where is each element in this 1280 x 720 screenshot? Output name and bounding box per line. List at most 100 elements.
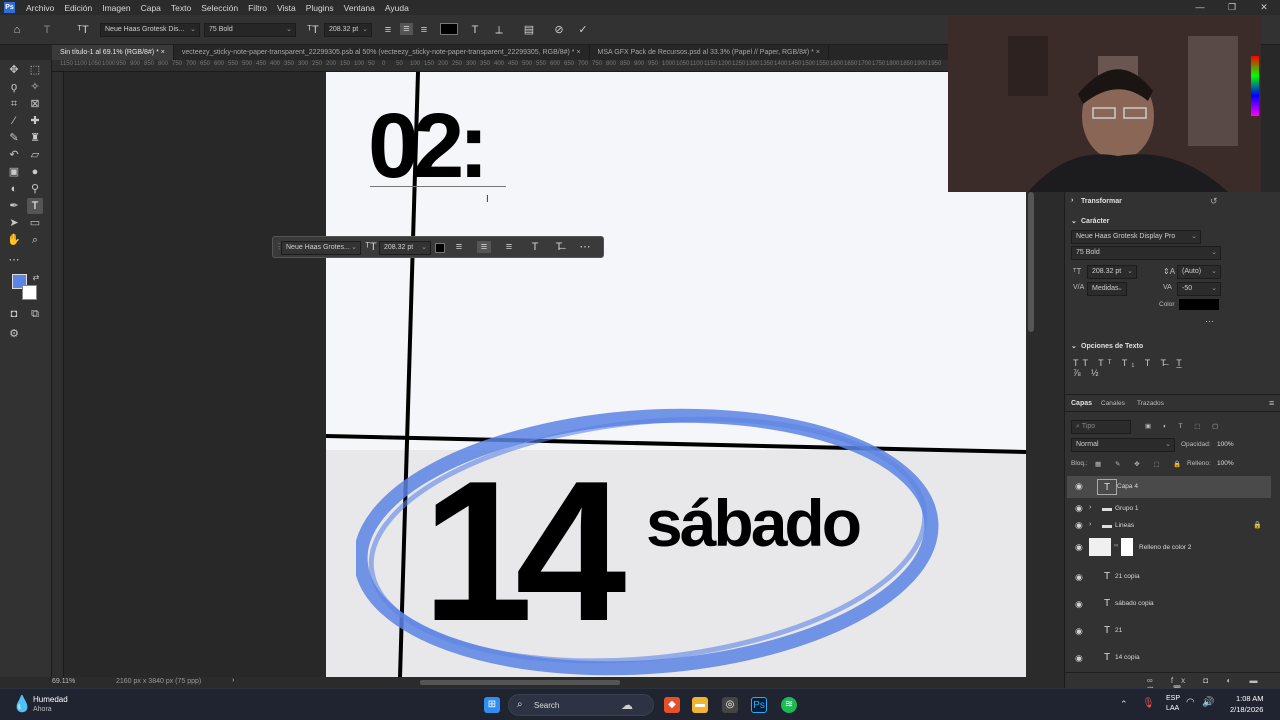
brave-browser-icon[interactable]: ◆ — [664, 697, 680, 713]
close-icon[interactable]: × — [576, 49, 580, 56]
menu-item-imagen[interactable]: Imagen — [97, 3, 135, 13]
stamp-tool-icon[interactable]: ♜ — [27, 130, 43, 146]
blur-tool-icon[interactable]: ● — [27, 164, 43, 180]
more-options-icon[interactable]: ⋯ — [1205, 316, 1214, 327]
align-right-icon[interactable]: ≡ — [418, 24, 430, 36]
day-number-text[interactable]: 14 — [422, 452, 627, 652]
text-orientation-icon[interactable]: ᵀT — [76, 24, 90, 36]
warp-text-icon[interactable]: T — [468, 24, 482, 36]
more-options-icon[interactable]: ⋯ — [579, 241, 591, 253]
reset-icon[interactable]: ↺ — [1210, 196, 1218, 207]
type-tool-preset-icon[interactable]: T — [40, 24, 54, 36]
brush-tool-icon[interactable]: ✎ — [6, 130, 22, 146]
move-tool-icon[interactable]: ✥ — [6, 62, 22, 78]
tab-trazados[interactable]: Trazados — [1137, 400, 1164, 407]
opacity-value[interactable]: 100% — [1217, 441, 1234, 448]
chevron-right-icon[interactable]: › — [1071, 197, 1073, 204]
zoom-level[interactable]: 69.11% — [52, 678, 75, 685]
eraser-tool-icon[interactable]: ▱ — [27, 147, 43, 163]
microphone-icon[interactable]: 🎙 — [1142, 698, 1155, 709]
character-color-swatch[interactable] — [1179, 299, 1219, 310]
layer-filter-icons[interactable]: ▣ ◐ T ⬚ ▢ — [1145, 422, 1223, 430]
expand-chevron-icon[interactable]: › — [1089, 504, 1091, 511]
menu-item-plugins[interactable]: Plugins — [301, 3, 339, 13]
pen-tool-icon[interactable]: ✒ — [6, 198, 22, 214]
context-font-size-dropdown[interactable]: 208.32 pt ⌄ — [379, 241, 431, 255]
file-explorer-icon[interactable]: ▬ — [692, 697, 708, 713]
menu-item-seleccion[interactable]: Selección — [196, 3, 243, 13]
wifi-icon[interactable]: ◠ — [1186, 697, 1195, 708]
align-right-icon[interactable]: ≡ — [503, 241, 515, 253]
marquee-tool-icon[interactable]: ⬚ — [27, 62, 43, 78]
font-style-dropdown[interactable]: 75 Bold ⌄ — [204, 23, 296, 37]
menu-item-archivo[interactable]: Archivo — [21, 3, 59, 13]
tab-msa-gfx[interactable]: MSA GFX Pack de Recursos.psd al 33.3% (P… — [590, 45, 829, 60]
day-name-text[interactable]: sábado — [646, 490, 862, 556]
text-options-icon[interactable]: T̶ — [553, 241, 565, 253]
home-icon[interactable]: ⌂ — [10, 24, 24, 36]
panels-toggle-icon[interactable]: ▤ — [522, 24, 536, 36]
text-color-swatch[interactable] — [440, 23, 458, 35]
visibility-eye-icon[interactable]: ◉ — [1075, 503, 1083, 514]
layer-row[interactable]: ◉ ∞ Relleno de color 2 — [1067, 534, 1267, 562]
visibility-eye-icon[interactable]: ◉ — [1075, 626, 1083, 637]
context-color-swatch[interactable] — [435, 243, 445, 253]
layer-row[interactable]: ◉ T 21 — [1067, 618, 1267, 644]
lasso-tool-icon[interactable]: ϙ — [6, 79, 22, 95]
chevron-right-icon[interactable]: › — [232, 677, 234, 684]
layer-row[interactable]: ◉ T 14 copia — [1067, 645, 1267, 671]
menu-item-texto[interactable]: Texto — [166, 3, 196, 13]
canvas-area[interactable]: 02: 14 sábado ⋮ Neue Haas Grotes... ⌄ ᵀT … — [64, 72, 1026, 677]
maximize-button[interactable]: ❐ — [1216, 0, 1248, 15]
panel-font-family-dropdown[interactable]: Neue Haas Grotesk Display Pro ⌄ — [1071, 230, 1201, 244]
font-family-dropdown[interactable]: Neue Haas Grotesk Dis... ⌄ — [100, 23, 200, 37]
menu-item-edicion[interactable]: Edición — [59, 3, 97, 13]
dodge-tool-icon[interactable]: ◐ — [6, 181, 22, 197]
healing-brush-tool-icon[interactable]: ✚ — [27, 113, 43, 129]
visibility-eye-icon[interactable]: ◉ — [1075, 520, 1083, 531]
tab-sin-titulo[interactable]: Sin título-1 al 69.1% (RGB/8#) * × — [52, 45, 174, 60]
photoshop-taskbar-icon[interactable]: Ps — [751, 697, 767, 713]
history-brush-tool-icon[interactable]: ↶ — [6, 147, 22, 163]
text-style-buttons[interactable]: TT Tᵀ T₁ T T̶ T̲ ⅞ ½ — [1073, 358, 1203, 378]
crop-tool-icon[interactable]: ⌗ — [6, 96, 22, 112]
commit-edit-icon[interactable]: ✓ — [576, 24, 590, 36]
close-icon[interactable]: × — [161, 49, 165, 56]
chevron-down-icon[interactable]: ⌄ — [1071, 217, 1077, 225]
eyedropper-tool-icon[interactable]: ⁄ — [6, 113, 22, 129]
layer-filter-field[interactable]: ⌕ Tipo — [1071, 420, 1131, 434]
close-icon[interactable]: × — [816, 49, 820, 56]
spotify-icon[interactable]: ≋ — [781, 697, 797, 713]
chrome-icon[interactable]: ◎ — [722, 697, 738, 713]
menu-item-vista[interactable]: Vista — [272, 3, 301, 13]
type-tool-icon[interactable]: T — [27, 198, 43, 214]
visibility-eye-icon[interactable]: ◉ — [1075, 481, 1083, 492]
smudge-tool-icon[interactable]: ⚲ — [27, 181, 43, 197]
tab-canales[interactable]: Canales — [1101, 400, 1125, 407]
transform-header[interactable]: Transformar — [1081, 198, 1122, 205]
clock-time[interactable]: 1:08 AM — [1236, 694, 1264, 703]
humidity-icon[interactable]: 💧 — [12, 694, 32, 714]
cancel-edit-icon[interactable]: ⊘ — [552, 24, 566, 36]
align-left-icon[interactable]: ≡ — [453, 241, 465, 253]
panel-menu-icon[interactable]: ≡ — [1269, 398, 1274, 408]
align-center-icon[interactable]: ≡ — [400, 23, 413, 35]
scrollbar-thumb[interactable] — [1028, 192, 1034, 332]
hand-tool-icon[interactable]: ✋ — [6, 232, 22, 248]
weather-title[interactable]: Humedad — [33, 695, 68, 704]
background-color-swatch[interactable] — [22, 285, 37, 300]
blend-mode-dropdown[interactable]: Normal ⌄ — [1071, 438, 1175, 452]
path-selection-tool-icon[interactable]: ➤ — [6, 215, 22, 231]
language-top[interactable]: ESP — [1166, 695, 1180, 702]
menu-item-ayuda[interactable]: Ayuda — [380, 3, 414, 13]
leading-dropdown[interactable]: (Auto) ⌄ — [1177, 265, 1221, 279]
menu-item-ventana[interactable]: Ventana — [339, 3, 380, 13]
font-size-dropdown[interactable]: 208.32 pt ⌄ — [324, 23, 372, 37]
3d-text-icon[interactable]: ⟂ — [492, 24, 506, 36]
align-left-icon[interactable]: ≡ — [382, 24, 394, 36]
panel-font-size-dropdown[interactable]: 208.32 pt ⌄ — [1087, 265, 1137, 279]
magic-wand-tool-icon[interactable]: ✧ — [27, 79, 43, 95]
chevron-down-icon[interactable]: ⌄ — [1071, 342, 1077, 350]
menu-item-capa[interactable]: Capa — [136, 3, 166, 13]
kerning-dropdown[interactable]: Medidas ⌄ — [1087, 282, 1127, 296]
